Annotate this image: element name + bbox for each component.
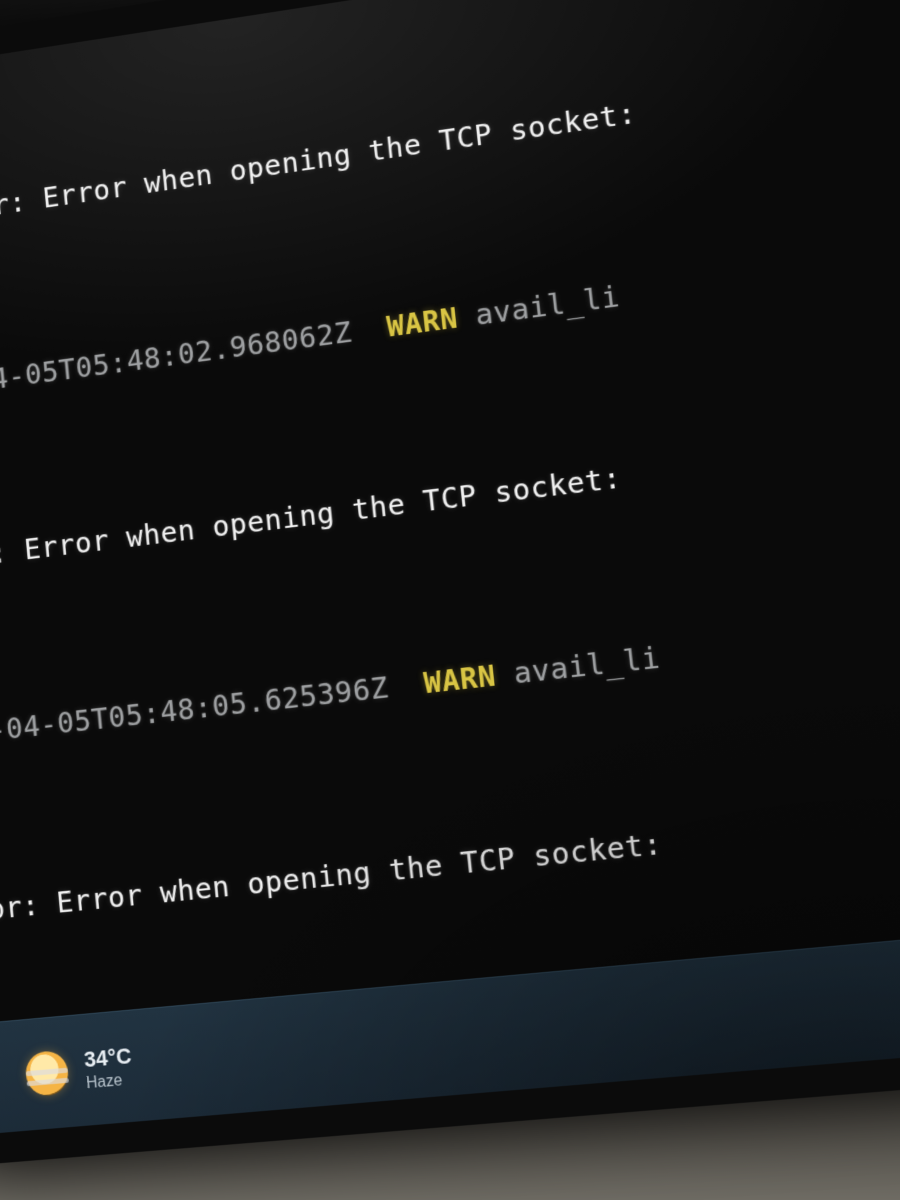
weather-icon (24, 1050, 70, 1098)
log-line-error-3: ror: Error when opening the TCP socket: (0, 748, 900, 933)
screen: error: Error when opening the TCP socket… (0, 0, 900, 1134)
weather-text: 34°C Haze (83, 1043, 134, 1093)
photo-scene: error: Error when opening the TCP socket… (0, 0, 900, 1200)
log-line-error-2: ror: Error when opening the TCP socket: (0, 368, 900, 583)
log-line-warn-2: 24-04-05T05:48:05.625396Z WARN avail_li (0, 557, 900, 757)
weather-condition: Haze (86, 1071, 135, 1093)
log-line-error-1: error: Error when opening the TCP socket… (0, 0, 900, 239)
taskbar-weather-widget[interactable]: 34°C Haze (24, 1043, 135, 1098)
weather-temp: 34°C (83, 1043, 133, 1073)
monitor-frame: error: Error when opening the TCP socket… (0, 0, 900, 1166)
log-line-warn-1: 24-04-05T05:48:02.968062Z WARN avail_li (0, 181, 900, 410)
